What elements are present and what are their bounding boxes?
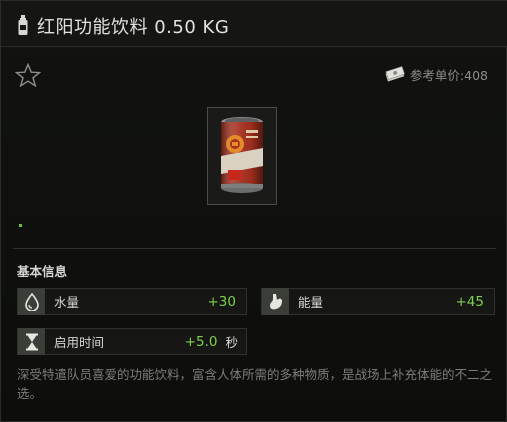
energy-drink-can (221, 117, 263, 193)
stat-label: 水量 (54, 295, 80, 310)
stomach-icon (262, 288, 289, 315)
bottle-icon (18, 15, 28, 35)
stat-unit: 秒 (225, 335, 238, 350)
stat-value: +45 (455, 293, 485, 310)
stat-label: 启用时间 (54, 335, 105, 350)
title-bar: 红阳功能饮料 0.50 KG (1, 1, 507, 47)
hourglass-icon (18, 328, 45, 355)
stat-value: +30 (207, 293, 237, 310)
section-divider (13, 248, 496, 249)
money-icon (385, 66, 405, 82)
item-title: 红阳功能饮料 0.50 KG (37, 17, 230, 38)
favorite-star-icon[interactable] (15, 63, 41, 87)
item-image (207, 107, 277, 205)
stat-value: +5.0 (184, 333, 218, 350)
water-drop-icon (18, 288, 45, 315)
status-dot (19, 224, 22, 227)
price-text: 参考单价:408 (409, 67, 488, 83)
item-detail-panel: 红阳功能饮料 0.50 KG 参考单价:408 基本信息 水量 +30 能量 +… (0, 0, 507, 422)
item-description: 深受特遣队员喜爱的功能饮料，富含人体所需的多种物质，是战场上补充体能的不二之选。 (17, 367, 493, 401)
stat-label: 能量 (298, 295, 324, 310)
section-title-basic-info: 基本信息 (17, 264, 68, 279)
reference-price: 参考单价:408 (384, 65, 488, 83)
stat-energy: 能量 +45 (261, 288, 495, 315)
stat-water: 水量 +30 (17, 288, 247, 315)
stat-use-time: 启用时间 +5.0 秒 (17, 328, 247, 355)
